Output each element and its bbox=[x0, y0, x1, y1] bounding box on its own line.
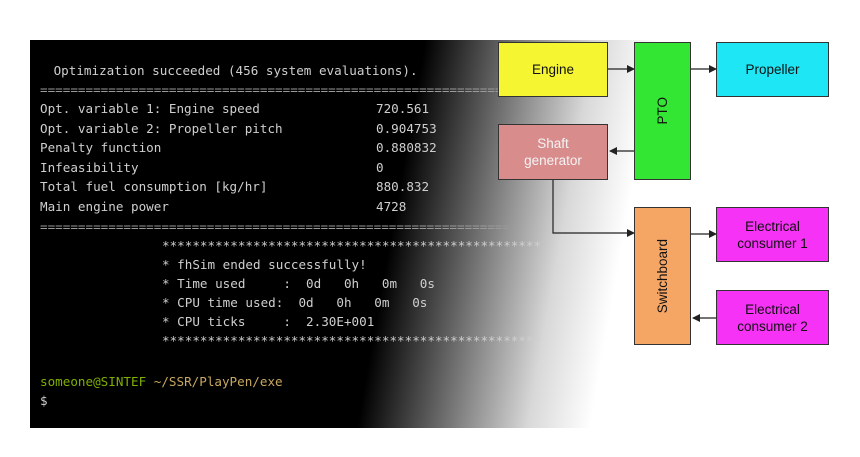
shaft-generator-box: Shaft generator bbox=[498, 124, 608, 180]
electrical-consumer-1-box: Electrical consumer 1 bbox=[716, 207, 829, 262]
electrical-consumer-2-box: Electrical consumer 2 bbox=[716, 290, 829, 345]
pto-label: PTO bbox=[655, 97, 670, 125]
arrow-shaft-generator-to-switchboard bbox=[552, 180, 635, 237]
engine-label: Engine bbox=[531, 62, 575, 77]
propeller-label: Propeller bbox=[745, 62, 800, 77]
pto-box: PTO bbox=[634, 42, 691, 180]
electrical-consumer-2-label: Electrical consumer 2 bbox=[737, 301, 808, 334]
engine-box: Engine bbox=[498, 42, 608, 97]
propeller-box: Propeller bbox=[716, 42, 829, 97]
switchboard-box: Switchboard bbox=[634, 207, 691, 345]
switchboard-label: Switchboard bbox=[655, 238, 670, 314]
electrical-consumer-1-label: Electrical consumer 1 bbox=[737, 218, 808, 251]
shaft-generator-label: Shaft generator bbox=[524, 136, 582, 168]
